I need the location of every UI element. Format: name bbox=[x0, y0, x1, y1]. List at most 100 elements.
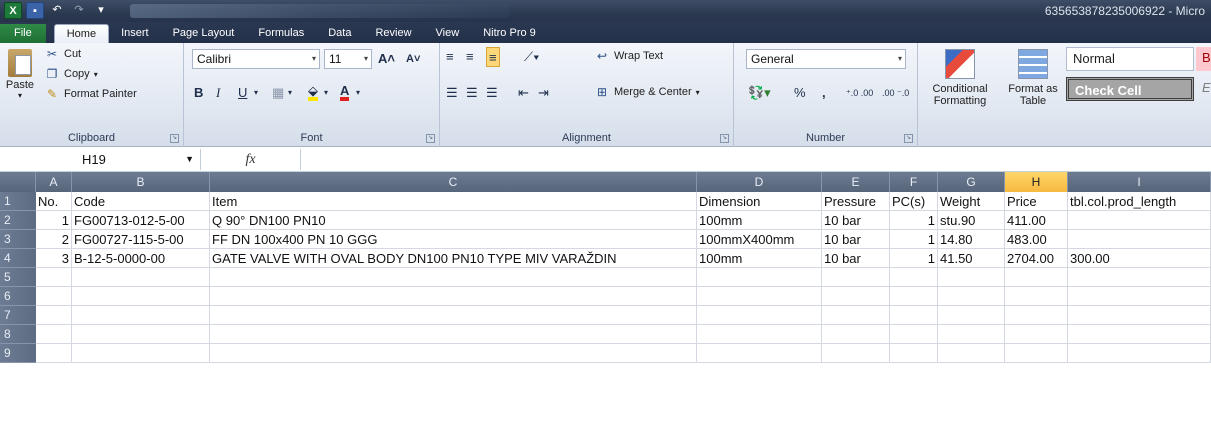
cell-a1[interactable]: No. bbox=[36, 192, 72, 211]
cell-i1[interactable]: tbl.col.prod_length bbox=[1068, 192, 1211, 211]
cell-e7[interactable] bbox=[822, 306, 890, 325]
cell-g8[interactable] bbox=[938, 325, 1005, 344]
column-header-i[interactable]: I bbox=[1068, 172, 1211, 192]
increase-decimal-icon[interactable]: ⁺.0 .00 bbox=[846, 83, 873, 103]
chevron-down-icon[interactable]: ▾ bbox=[288, 83, 292, 103]
cell-f2[interactable]: 1 bbox=[890, 211, 938, 230]
chevron-down-icon[interactable]: ▾ bbox=[324, 83, 328, 103]
cell-b1[interactable]: Code bbox=[72, 192, 210, 211]
column-header-a[interactable]: A bbox=[36, 172, 72, 192]
comma-button[interactable]: , bbox=[822, 83, 826, 103]
align-center-icon[interactable]: ☰ bbox=[466, 83, 478, 103]
font-size-select[interactable]: 11 ▾ bbox=[324, 49, 372, 69]
style-normal[interactable]: Normal bbox=[1066, 47, 1194, 71]
cell-b8[interactable] bbox=[72, 325, 210, 344]
cell-b5[interactable] bbox=[72, 268, 210, 287]
cell-h5[interactable] bbox=[1005, 268, 1068, 287]
column-header-f[interactable]: F bbox=[890, 172, 938, 192]
cell-h1[interactable]: Price bbox=[1005, 192, 1068, 211]
cell-h4[interactable]: 2704.00 bbox=[1005, 249, 1068, 268]
cell-d9[interactable] bbox=[697, 344, 822, 363]
tab-data[interactable]: Data bbox=[316, 24, 363, 43]
tab-nitro[interactable]: Nitro Pro 9 bbox=[471, 24, 548, 43]
cell-a8[interactable] bbox=[36, 325, 72, 344]
tab-formulas[interactable]: Formulas bbox=[246, 24, 316, 43]
number-format-select[interactable]: General ▾ bbox=[746, 49, 906, 69]
cell-c5[interactable] bbox=[210, 268, 697, 287]
italic-button[interactable]: I bbox=[216, 83, 220, 103]
cell-b6[interactable] bbox=[72, 287, 210, 306]
cell-g7[interactable] bbox=[938, 306, 1005, 325]
cell-d4[interactable]: 100mm bbox=[697, 249, 822, 268]
cell-d3[interactable]: 100mmX400mm bbox=[697, 230, 822, 249]
cell-i5[interactable] bbox=[1068, 268, 1211, 287]
column-header-h[interactable]: H bbox=[1005, 172, 1068, 192]
cell-b4[interactable]: B-12-5-0000-00 bbox=[72, 249, 210, 268]
copy-button[interactable]: ❐ Copy ▾ bbox=[44, 67, 98, 81]
row-header[interactable]: 4 bbox=[0, 249, 36, 268]
decrease-indent-icon[interactable]: ⇤ bbox=[518, 83, 529, 103]
cell-i6[interactable] bbox=[1068, 287, 1211, 306]
cell-g1[interactable]: Weight bbox=[938, 192, 1005, 211]
cell-e8[interactable] bbox=[822, 325, 890, 344]
cell-f7[interactable] bbox=[890, 306, 938, 325]
tab-review[interactable]: Review bbox=[363, 24, 423, 43]
format-painter-button[interactable]: ✎ Format Painter bbox=[44, 87, 137, 101]
align-top-icon[interactable]: ≡ bbox=[446, 47, 454, 67]
cell-i9[interactable] bbox=[1068, 344, 1211, 363]
bold-button[interactable]: B bbox=[194, 83, 203, 103]
cell-a7[interactable] bbox=[36, 306, 72, 325]
cell-c9[interactable] bbox=[210, 344, 697, 363]
currency-icon[interactable]: 💱▾ bbox=[748, 83, 771, 103]
cell-h6[interactable] bbox=[1005, 287, 1068, 306]
tab-insert[interactable]: Insert bbox=[109, 24, 161, 43]
shrink-font-icon[interactable]: A˅ bbox=[406, 49, 420, 69]
cell-d7[interactable] bbox=[697, 306, 822, 325]
cell-f5[interactable] bbox=[890, 268, 938, 287]
cell-b9[interactable] bbox=[72, 344, 210, 363]
cell-i4[interactable]: 300.00 bbox=[1068, 249, 1211, 268]
cell-d2[interactable]: 100mm bbox=[697, 211, 822, 230]
cell-a3[interactable]: 2 bbox=[36, 230, 72, 249]
cell-d5[interactable] bbox=[697, 268, 822, 287]
cell-a9[interactable] bbox=[36, 344, 72, 363]
cell-e6[interactable] bbox=[822, 287, 890, 306]
worksheet-grid[interactable]: ABCDEFGHI 123456789 No. Code Item Dimension… bbox=[0, 172, 1211, 435]
dialog-launcher-icon[interactable]: ↘ bbox=[720, 134, 729, 143]
cell-h7[interactable] bbox=[1005, 306, 1068, 325]
cell-g2[interactable]: stu.90 bbox=[938, 211, 1005, 230]
conditional-formatting-button[interactable]: Conditional Formatting bbox=[930, 49, 990, 107]
cell-f1[interactable]: PC(s) bbox=[890, 192, 938, 211]
align-middle-icon[interactable]: ≡ bbox=[466, 47, 474, 67]
cell-c7[interactable] bbox=[210, 306, 697, 325]
cell-c8[interactable] bbox=[210, 325, 697, 344]
cell-c6[interactable] bbox=[210, 287, 697, 306]
column-header-d[interactable]: D bbox=[697, 172, 822, 192]
row-header[interactable]: 9 bbox=[0, 344, 36, 363]
excel-logo-icon[interactable]: X bbox=[4, 2, 22, 19]
cell-i3[interactable] bbox=[1068, 230, 1211, 249]
cell-e9[interactable] bbox=[822, 344, 890, 363]
cell-f8[interactable] bbox=[890, 325, 938, 344]
cell-b2[interactable]: FG00713-012-5-00 bbox=[72, 211, 210, 230]
name-box[interactable]: H19 ▼ bbox=[40, 149, 200, 170]
row-header[interactable]: 5 bbox=[0, 268, 36, 287]
wrap-text-button[interactable]: ↩ Wrap Text bbox=[594, 49, 663, 63]
chevron-down-icon[interactable]: ▾ bbox=[254, 83, 258, 103]
cell-a5[interactable] bbox=[36, 268, 72, 287]
column-header-g[interactable]: G bbox=[938, 172, 1005, 192]
insert-function-button[interactable]: fx bbox=[200, 149, 300, 170]
cell-g6[interactable] bbox=[938, 287, 1005, 306]
cell-e5[interactable] bbox=[822, 268, 890, 287]
cell-f4[interactable]: 1 bbox=[890, 249, 938, 268]
dialog-launcher-icon[interactable]: ↘ bbox=[170, 134, 179, 143]
cell-h8[interactable] bbox=[1005, 325, 1068, 344]
cell-c1[interactable]: Item bbox=[210, 192, 697, 211]
cell-a2[interactable]: 1 bbox=[36, 211, 72, 230]
align-right-icon[interactable]: ☰ bbox=[486, 83, 498, 103]
column-header-b[interactable]: B bbox=[72, 172, 210, 192]
column-header-e[interactable]: E bbox=[822, 172, 890, 192]
row-header[interactable]: 2 bbox=[0, 211, 36, 230]
cell-h9[interactable] bbox=[1005, 344, 1068, 363]
cell-g5[interactable] bbox=[938, 268, 1005, 287]
